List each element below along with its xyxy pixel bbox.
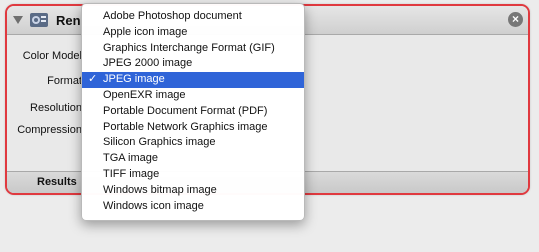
format-menu-item[interactable]: ✓ JPEG image (82, 72, 304, 88)
compression-label: Compression (17, 124, 82, 136)
format-menu-item[interactable]: Graphics Interchange Format (GIF) (82, 41, 304, 57)
disclosure-triangle-icon[interactable] (13, 16, 23, 24)
format-menu-item-label: Portable Network Graphics image (103, 120, 268, 133)
format-menu-list: Adobe Photoshop document Apple icon image… (82, 9, 304, 214)
format-menu-item-label: Portable Document Format (PDF) (103, 104, 268, 117)
format-menu-item-label: TGA image (103, 152, 159, 165)
format-menu-item[interactable]: Adobe Photoshop document (82, 9, 304, 25)
results-tab[interactable]: Results (37, 176, 77, 188)
format-menu-item-label: Adobe Photoshop document (103, 10, 242, 22)
format-menu-item[interactable]: JPEG 2000 image (82, 56, 304, 72)
format-menu-item-label: TIFF image (103, 167, 160, 180)
format-menu-item-label: OpenEXR image (103, 88, 186, 101)
format-menu-item-label: Graphics Interchange Format (GIF) (103, 41, 275, 54)
format-menu-item[interactable]: Windows icon image (82, 199, 304, 215)
format-menu-item[interactable]: Silicon Graphics image (82, 135, 304, 151)
panel-title: Ren (56, 13, 81, 28)
format-menu-item[interactable]: Apple icon image (82, 25, 304, 41)
format-menu-item-label: Silicon Graphics image (103, 136, 216, 149)
format-menu-item[interactable]: TGA image (82, 151, 304, 167)
format-dropdown-menu: Adobe Photoshop document Apple icon image… (81, 3, 305, 221)
format-menu-item[interactable]: Portable Document Format (PDF) (82, 104, 304, 120)
format-menu-item[interactable]: OpenEXR image (82, 88, 304, 104)
format-menu-item-label: Windows bitmap image (103, 183, 217, 196)
format-menu-item-label: Windows icon image (103, 199, 204, 212)
resolution-label: Resolution (30, 102, 82, 114)
format-label: Format (47, 75, 82, 87)
format-menu-item[interactable]: Portable Network Graphics image (82, 120, 304, 136)
format-menu-item[interactable]: Windows bitmap image (82, 183, 304, 199)
close-icon[interactable]: × (508, 12, 523, 27)
format-menu-item-label: JPEG image (103, 73, 165, 86)
format-menu-item-label: JPEG 2000 image (103, 57, 193, 70)
checkmark-icon: ✓ (88, 73, 98, 86)
color-model-label: Color Model (22, 50, 82, 62)
format-menu-item[interactable]: TIFF image (82, 167, 304, 183)
automator-action-icon (30, 13, 48, 27)
format-menu-item-label: Apple icon image (103, 25, 188, 38)
